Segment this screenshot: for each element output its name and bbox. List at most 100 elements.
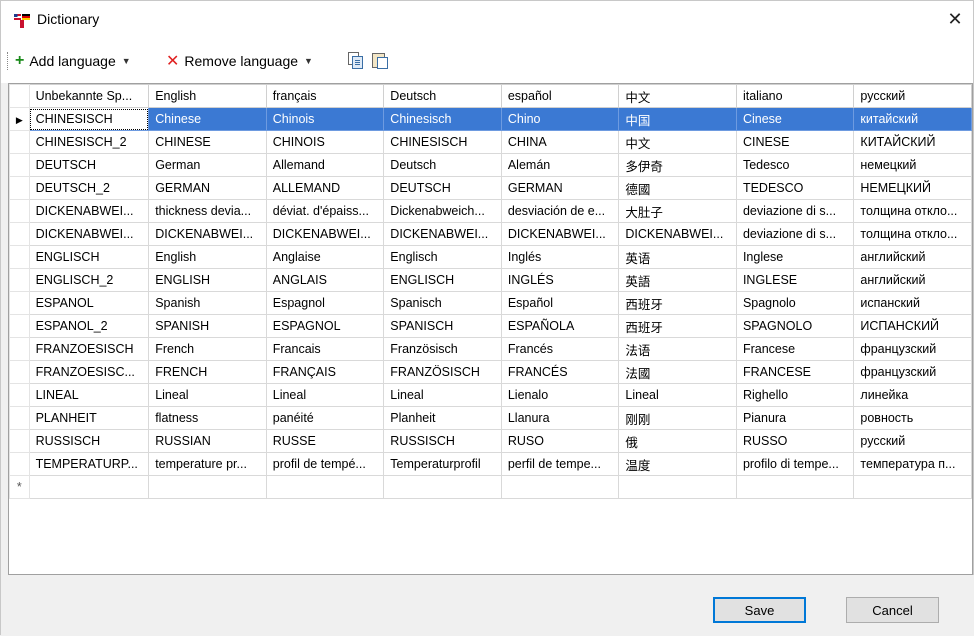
table-cell[interactable]: немецкий [853, 153, 972, 177]
table-cell[interactable]: Cinese [735, 107, 855, 131]
table-cell[interactable]: 大肚子 [618, 199, 737, 223]
table-cell[interactable]: DEUTSCH [383, 176, 502, 200]
column-header[interactable]: Deutsch [383, 84, 502, 108]
table-row[interactable]: DEUTSCH German Allemand Deutsch Alemán 多伊奇 Ted… [9, 153, 972, 177]
table-row[interactable]: DICKENABWEI... thickness devia... déviat. … [9, 199, 972, 223]
table-cell[interactable]: Chinese [148, 107, 267, 131]
table-cell[interactable]: FRANZOESISC... [28, 360, 150, 384]
row-header[interactable]: ▶ [9, 107, 30, 131]
table-cell[interactable]: DEUTSCH [28, 153, 150, 177]
table-cell[interactable]: Dickenabweich... [383, 199, 502, 223]
table-cell[interactable] [500, 475, 620, 499]
row-header[interactable] [9, 337, 30, 361]
table-cell[interactable]: КИТАЙСКИЙ [853, 130, 972, 154]
table-cell[interactable]: 德國 [618, 176, 737, 200]
table-cell[interactable]: FRANÇAIS [265, 360, 385, 384]
table-cell[interactable]: ENGLISCH [383, 268, 502, 292]
table-cell[interactable]: FRENCH [148, 360, 267, 384]
table-cell[interactable]: ENGLISCH_2 [28, 268, 150, 292]
table-cell[interactable] [28, 475, 150, 499]
table-cell[interactable]: Lineal [265, 383, 385, 407]
table-cell[interactable]: Temperaturprofil [383, 452, 502, 476]
table-cell[interactable]: ALLEMAND [265, 176, 385, 200]
table-cell[interactable]: Deutsch [383, 153, 502, 177]
caret-down-icon[interactable]: ▼ [304, 56, 313, 66]
table-cell[interactable]: CHINOIS [265, 130, 385, 154]
row-header[interactable] [9, 314, 30, 338]
table-cell[interactable]: GERMAN [148, 176, 267, 200]
table-cell[interactable]: Chinesisch [383, 107, 502, 131]
table-cell[interactable]: Espagnol [265, 291, 385, 315]
table-cell[interactable]: НЕМЕЦКИЙ [853, 176, 972, 200]
table-cell[interactable]: DICKENABWEI... [28, 222, 150, 246]
table-cell[interactable]: perfil de tempe... [500, 452, 620, 476]
table-cell[interactable]: Español [500, 291, 620, 315]
table-cell[interactable]: deviazione di s... [735, 199, 855, 223]
table-cell[interactable]: китайский [853, 107, 972, 131]
table-cell[interactable]: German [148, 153, 267, 177]
table-cell[interactable]: TEMPERATURP... [28, 452, 150, 476]
table-cell[interactable]: Spagnolo [735, 291, 855, 315]
table-cell[interactable]: Inglese [735, 245, 855, 269]
table-cell[interactable]: ESPAÑOLA [500, 314, 620, 338]
table-row[interactable]: LINEAL Lineal Lineal Lineal Lienalo Lineal Rig… [9, 383, 972, 407]
table-cell[interactable]: DICKENABWEI... [383, 222, 502, 246]
table-row[interactable]: DEUTSCH_2 GERMAN ALLEMAND DEUTSCH GERMAN 德國 TE… [9, 176, 972, 200]
table-row[interactable]: CHINESISCH_2 CHINESE CHINOIS CHINESISCH CHIN… [9, 130, 972, 154]
table-row[interactable]: ENGLISCH_2 ENGLISH ANGLAIS ENGLISCH INGLÉS 英語… [9, 268, 972, 292]
table-cell[interactable]: RUSO [500, 429, 620, 453]
row-header[interactable] [9, 130, 30, 154]
table-cell[interactable]: Spanish [148, 291, 267, 315]
dictionary-grid[interactable]: Unbekannte Sp... English français Deutsch es… [8, 83, 973, 575]
table-cell[interactable]: испанский [853, 291, 972, 315]
remove-language-button[interactable]: ✕ Remove language ▼ [166, 51, 313, 71]
table-cell[interactable]: INGLÉS [500, 268, 620, 292]
row-header[interactable] [9, 360, 30, 384]
table-cell[interactable]: CHINESE [148, 130, 267, 154]
table-cell[interactable]: русский [853, 429, 972, 453]
row-header[interactable] [9, 406, 30, 430]
table-cell[interactable] [853, 475, 972, 499]
row-header[interactable] [9, 245, 30, 269]
table-cell[interactable]: Francais [265, 337, 385, 361]
table-cell[interactable]: FRANCESE [735, 360, 855, 384]
table-cell[interactable]: ANGLAIS [265, 268, 385, 292]
table-cell[interactable]: CHINESISCH [383, 130, 502, 154]
table-row[interactable]: FRANZOESISC... FRENCH FRANÇAIS FRANZÖSISCH F… [9, 360, 972, 384]
table-cell[interactable]: французский [853, 360, 972, 384]
table-cell[interactable]: Englisch [383, 245, 502, 269]
table-cell[interactable]: Francés [500, 337, 620, 361]
table-row[interactable]: TEMPERATURP... temperature pr... profil de… [9, 452, 972, 476]
table-cell[interactable]: 英語 [618, 268, 737, 292]
table-cell[interactable]: déviat. d'épaiss... [265, 199, 385, 223]
table-cell[interactable]: RUSSE [265, 429, 385, 453]
table-cell[interactable]: deviazione di s... [735, 222, 855, 246]
column-header[interactable]: español [500, 84, 620, 108]
table-cell[interactable]: 法國 [618, 360, 737, 384]
paste-icon[interactable] [372, 51, 388, 69]
table-cell[interactable]: RUSSISCH [28, 429, 150, 453]
table-cell[interactable]: 法语 [618, 337, 737, 361]
table-cell[interactable]: 温度 [618, 452, 737, 476]
row-header[interactable] [9, 429, 30, 453]
table-cell[interactable]: INGLESE [735, 268, 855, 292]
table-row[interactable]: RUSSISCH RUSSIAN RUSSE RUSSISCH RUSO 俄 RUSSO ру… [9, 429, 972, 453]
table-cell[interactable]: thickness devia... [148, 199, 267, 223]
table-cell[interactable]: panéité [265, 406, 385, 430]
table-cell[interactable]: Llanura [500, 406, 620, 430]
table-row[interactable]: ENGLISCH English Anglaise Englisch Inglés 英语 I… [9, 245, 972, 269]
toolbar-grip[interactable] [7, 52, 10, 70]
table-cell[interactable]: SPANISH [148, 314, 267, 338]
table-cell[interactable]: толщина откло... [853, 199, 972, 223]
table-cell[interactable]: Allemand [265, 153, 385, 177]
table-cell[interactable]: 西班牙 [618, 314, 737, 338]
table-cell[interactable]: 西班牙 [618, 291, 737, 315]
table-row[interactable]: DICKENABWEI... DICKENABWEI... DICKENABWEI.… [9, 222, 972, 246]
table-cell[interactable]: ESPANOL_2 [28, 314, 150, 338]
table-cell[interactable] [383, 475, 502, 499]
column-header[interactable]: 中文 [618, 84, 737, 108]
save-button[interactable]: Save [713, 597, 806, 623]
table-cell[interactable]: flatness [148, 406, 267, 430]
table-cell[interactable]: RUSSISCH [383, 429, 502, 453]
table-cell[interactable]: 中国 [618, 107, 737, 131]
